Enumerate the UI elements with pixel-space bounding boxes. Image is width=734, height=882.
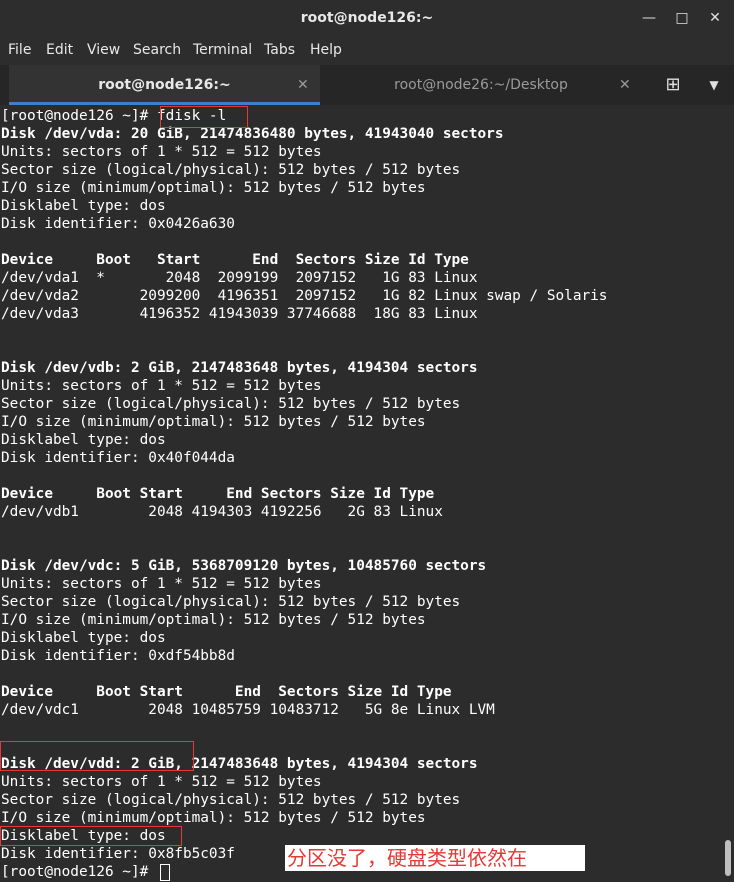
close-icon[interactable]: ✕ [705,8,725,28]
maximize-icon[interactable]: □ [672,8,692,28]
terminal-line: /dev/vda3 4196352 41943039 37746688 18G … [1,306,478,322]
menu-search[interactable]: Search [133,36,181,65]
terminal-line: Device Boot Start End Sectors Size Id Ty… [1,486,435,502]
terminal-line: Disk /dev/vda: 20 GiB, 21474836480 bytes… [1,126,504,142]
terminal-line: Units: sectors of 1 * 512 = 512 bytes [1,576,322,592]
new-tab-icon[interactable]: ⊞ [656,65,690,105]
close-icon[interactable]: ✕ [619,65,631,105]
window-title: root@node126:~ [300,10,434,26]
menu-terminal[interactable]: Terminal [193,36,252,65]
terminal-line: Device Boot Start End Sectors Size Id Ty… [1,684,452,700]
menu-file[interactable]: File [8,36,31,65]
terminal-line: Disklabel type: dos [1,828,166,844]
close-icon[interactable]: ✕ [297,65,309,105]
annotation-note: 分区没了，硬盘类型依然在 [285,845,585,871]
terminal-line: Disk identifier: 0x40f044da [1,450,235,466]
menu-tabs[interactable]: Tabs [264,36,295,65]
tab-root-node126[interactable]: root@node126:~ ✕ [9,65,320,105]
terminal-line: I/O size (minimum/optimal): 512 bytes / … [1,414,426,430]
terminal-line: /dev/vda2 2099200 4196351 2097152 1G 82 … [1,288,608,304]
terminal-line: Disk identifier: 0x0426a630 [1,216,235,232]
menu-bar: File Edit View Search Terminal Tabs Help [0,36,734,65]
tab-root-node26-desktop[interactable]: root@node26:~/Desktop ✕ [320,65,642,105]
terminal-line: Disk /dev/vdb: 2 GiB, 2147483648 bytes, … [1,360,478,376]
terminal-line: /dev/vda1 * 2048 2099199 2097152 1G 83 L… [1,270,478,286]
terminal-line: Units: sectors of 1 * 512 = 512 bytes [1,144,322,160]
terminal-line: Disk /dev/vdd: 2 GiB, 2147483648 bytes, … [1,756,478,772]
tab-label: root@node26:~/Desktop [394,77,568,93]
scrollbar[interactable] [722,105,734,882]
minimize-icon[interactable]: — [639,8,659,28]
terminal-line: I/O size (minimum/optimal): 512 bytes / … [1,180,426,196]
terminal-line: Device Boot Start End Sectors Size Id Ty… [1,252,469,268]
terminal-line: I/O size (minimum/optimal): 512 bytes / … [1,810,426,826]
scrollbar-thumb[interactable] [725,840,731,876]
terminal-line: Sector size (logical/physical): 512 byte… [1,594,461,610]
terminal-line: /dev/vdb1 2048 4194303 4192256 2G 83 Lin… [1,504,443,520]
terminal-line: Units: sectors of 1 * 512 = 512 bytes [1,774,322,790]
terminal-line: Disk /dev/vdc: 5 GiB, 5368709120 bytes, … [1,558,487,574]
terminal-line: Sector size (logical/physical): 512 byte… [1,396,461,412]
terminal-line: Units: sectors of 1 * 512 = 512 bytes [1,378,322,394]
terminal-line: Disk identifier: 0xdf54bb8d [1,648,235,664]
chevron-down-icon[interactable]: ▼ [700,65,728,105]
terminal-line: Sector size (logical/physical): 512 byte… [1,162,461,178]
terminal-line: I/O size (minimum/optimal): 512 bytes / … [1,612,426,628]
prompt-line: [root@node126 ~]# [1,864,157,880]
terminal-line: /dev/vdc1 2048 10485759 10483712 5G 8e L… [1,702,495,718]
terminal-line: [root@node126 ~]# fdisk -l [1,108,227,124]
tab-label: root@node126:~ [98,77,231,93]
terminal-line: Sector size (logical/physical): 512 byte… [1,792,461,808]
menu-edit[interactable]: Edit [46,36,73,65]
tab-bar: root@node126:~ ✕ root@node26:~/Desktop ✕ [0,65,734,105]
terminal-line: Disk identifier: 0x8fb5c03f [1,846,235,862]
menu-view[interactable]: View [87,36,120,65]
terminal-line: Disklabel type: dos [1,198,166,214]
text-cursor [160,864,170,881]
menu-help[interactable]: Help [310,36,342,65]
terminal-line: Disklabel type: dos [1,630,166,646]
terminal-line: Disklabel type: dos [1,432,166,448]
title-bar: root@node126:~ — □ ✕ [0,0,734,36]
